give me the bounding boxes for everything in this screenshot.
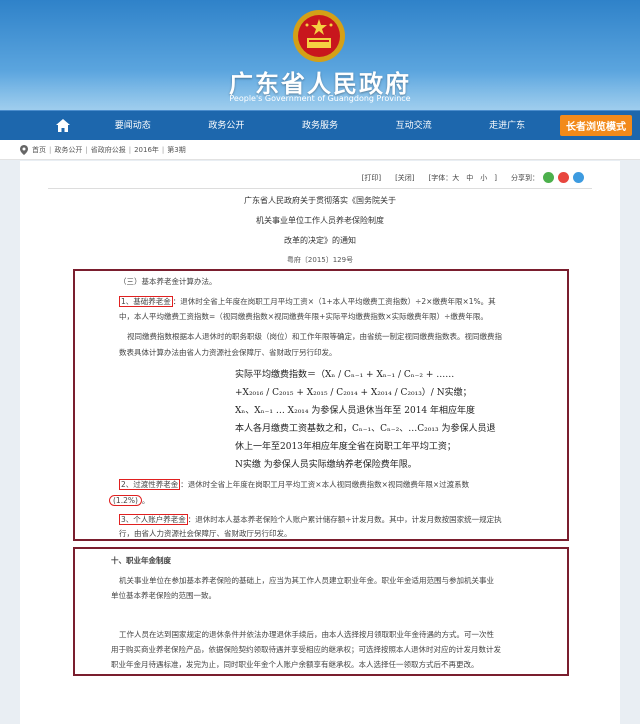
formula-line-3: Xₙ、Xₙ₋₁ … X₂₀₁₄ 为参保人员退休当年至 2014 年相应年度 xyxy=(235,406,476,416)
site-subtitle: People's Government of Guangdong Provinc… xyxy=(229,94,411,103)
nav-item-open-government[interactable]: 政务公开 xyxy=(180,111,274,141)
nav-item-news[interactable]: 要闻动态 xyxy=(86,111,180,141)
transitional-end: 。 xyxy=(141,496,150,505)
article-panel: [打印] [关闭] [字体：大 中 小 ] 分享到： 广东省人民政府关于贯彻落实… xyxy=(20,161,620,724)
nav-item-services[interactable]: 政务服务 xyxy=(273,111,367,141)
site-banner: 广东省人民政府 People's Government of Guangdong… xyxy=(0,0,640,110)
breadcrumb: 首页 | 政务公开 | 省政府公报 | 2016年 | 第3期 xyxy=(0,140,640,160)
deemed-index-paragraph: 视同缴费指数根据本人退休时的职务职级（岗位）和工作年限等确定，由省统一制定视同缴… xyxy=(127,332,502,341)
formula-line-5: 休上一年至2013年相应年度全省在岗职工年平均工资； xyxy=(235,442,456,452)
main-nav: 要闻动态 政务公开 政务服务 互动交流 走进广东 长者浏览模式 xyxy=(0,110,640,140)
breadcrumb-separator: | xyxy=(85,145,88,154)
home-icon xyxy=(56,119,70,132)
toolbar-divider xyxy=(48,188,592,189)
location-pin-icon xyxy=(20,144,28,155)
document-title-line-1: 广东省人民政府关于贯彻落实《国务院关于 xyxy=(244,196,396,205)
formula-line-4: 本人各月缴费工资基数之和，Cₙ₋₁、Cₙ₋₂、…C₂₀₁₃ 为参保人员退 xyxy=(235,424,496,434)
formula-line-2: +X₂₀₁₆ / C₂₀₁₅ + X₂₀₁₅ / C₂₀₁₄ + X₂₀₁₄ /… xyxy=(235,388,472,398)
annuity-paragraph-2-line-3: 职业年金月待遇标准，发完为止，同时职业年金个人账户余额享有继承权。本人选择任一领… xyxy=(111,660,479,669)
share-label: 分享到： xyxy=(511,173,539,182)
deemed-index-continuation: 数表具体计算办法由省人力资源社会保障厅、省财政厅另行印发。 xyxy=(119,348,337,357)
font-size-selector[interactable]: [字体：大 中 小 ] xyxy=(429,173,497,183)
annuity-paragraph-2: 工作人员在达到国家规定的退休条件并依法办理退休手续后，由本人选择按月领取职业年金… xyxy=(119,630,494,639)
breadcrumb-home[interactable]: 首页 xyxy=(32,145,46,155)
elder-mode-button[interactable]: 长者浏览模式 xyxy=(559,115,632,136)
annuity-paragraph-1-continuation: 单位基本养老保险的范围一致。 xyxy=(111,591,216,600)
weibo-share-icon[interactable] xyxy=(558,172,569,183)
close-button[interactable]: [关闭] xyxy=(395,173,414,183)
national-emblem-icon xyxy=(293,10,345,62)
formula-line-1: 实际平均缴费指数＝（Xₙ / Cₙ₋₁ + Xₙ₋₁ / Cₙ₋₂ + …… xyxy=(235,370,455,380)
nav-item-interaction[interactable]: 互动交流 xyxy=(367,111,461,141)
document-title-line-2: 机关事业单位工作人员养老保险制度 xyxy=(256,216,384,225)
personal-account-tag: 3、个人账户养老金 xyxy=(119,514,188,525)
basic-pension-text: ：退休时全省上年度在岗职工月平均工资×（1+本人平均缴费工资指数）÷2×缴费年限… xyxy=(172,297,496,306)
basic-pension-tag: 1、基础养老金 xyxy=(119,296,173,307)
qzone-share-icon[interactable] xyxy=(573,172,584,183)
transitional-pension-paragraph: 2、过渡性养老金 ：退休时全省上年度在岗职工月平均工资×本人视同缴费指数×视同缴费… xyxy=(119,477,559,493)
wechat-share-icon[interactable] xyxy=(543,172,554,183)
transitional-pension-tag: 2、过渡性养老金 xyxy=(119,479,181,490)
article-toolbar: [打印] [关闭] [字体：大 中 小 ] 分享到： xyxy=(362,172,584,183)
personal-account-text: ：退休时本人基本养老保险个人账户累计储存额÷计发月数。其中，计发月数按国家统一规… xyxy=(187,515,502,524)
formula-line-6: N实缴 为参保人员实际缴纳养老保险费年限。 xyxy=(235,460,417,470)
document-number: 粤府〔2015〕129号 xyxy=(286,256,354,264)
basic-pension-continuation: 中，本人平均缴费工资指数=（视同缴费指数×视同缴费年限+实际平均缴费指数×实际缴… xyxy=(119,312,488,321)
breadcrumb-separator: | xyxy=(161,145,165,154)
transitional-pension-text: ：退休时全省上年度在岗职工月平均工资×本人视同缴费指数×视同缴费年限×过渡系数 xyxy=(180,480,470,489)
occupational-annuity-box: 十、职业年金制度 机关事业单位在参加基本养老保险的基础上，应当为其工作人员建立职… xyxy=(73,547,569,676)
basic-pension-paragraph: 1、基础养老金 ：退休时全省上年度在岗职工月平均工资×（1+本人平均缴费工资指数）… xyxy=(119,294,559,310)
breadcrumb-separator: | xyxy=(49,145,52,154)
document-title-line-3: 改革的决定》的通知 xyxy=(284,236,356,245)
breadcrumb-year[interactable]: 2016年 xyxy=(134,145,159,155)
breadcrumb-open-government[interactable]: 政务公开 xyxy=(54,145,82,155)
print-button[interactable]: [打印] xyxy=(362,173,381,183)
annuity-heading: 十、职业年金制度 xyxy=(111,556,171,565)
personal-account-continuation: 行，由省人力资源社会保障厅、省财政厅另行印发。 xyxy=(119,529,292,538)
annuity-paragraph-1: 机关事业单位在参加基本养老保险的基础上，应当为其工作人员建立职业年金。职业年金适… xyxy=(119,576,494,585)
home-button[interactable] xyxy=(40,111,86,141)
breadcrumb-gazette[interactable]: 省政府公报 xyxy=(91,145,126,155)
nav-item-about-guangdong[interactable]: 走进广东 xyxy=(460,111,554,141)
transitional-coefficient-line: (1.2%)。 xyxy=(109,493,149,509)
transitional-coefficient: (1.2%) xyxy=(109,495,142,506)
pension-calculation-box: （三）基本养老金计算办法。 1、基础养老金 ：退休时全省上年度在岗职工月平均工资×… xyxy=(73,269,569,541)
breadcrumb-separator: | xyxy=(128,145,132,154)
breadcrumb-issue[interactable]: 第3期 xyxy=(167,145,185,155)
section-heading: （三）基本养老金计算办法。 xyxy=(119,277,217,286)
annuity-paragraph-2-line-2: 用于购买商业养老保险产品，依据保险契约领取待遇并享受相应的继承权；可选择按照本人… xyxy=(111,645,501,654)
